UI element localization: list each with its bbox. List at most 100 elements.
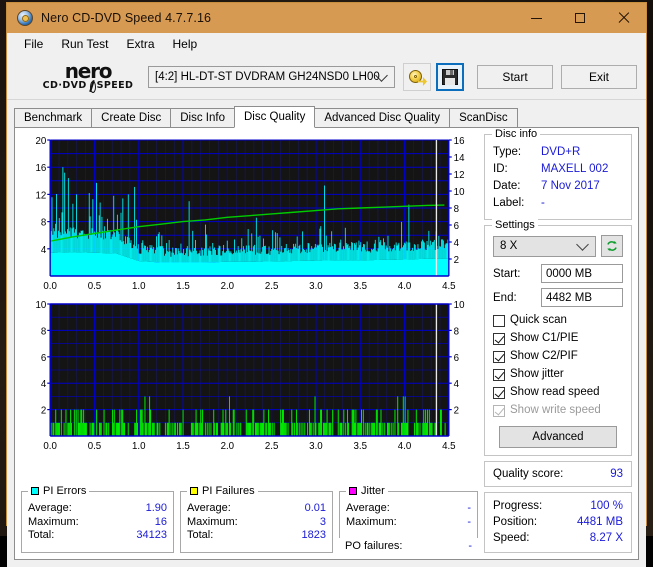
svg-text:4.0: 4.0 <box>398 281 412 292</box>
window-title-bar: Nero CD-DVD Speed 4.7.7.16 <box>7 3 646 33</box>
tab-benchmark[interactable]: Benchmark <box>14 108 92 128</box>
svg-text:4.0: 4.0 <box>398 441 412 452</box>
svg-text:8: 8 <box>454 326 460 337</box>
checkbox-checked-icon <box>493 387 505 399</box>
svg-text:10: 10 <box>35 300 46 311</box>
table-row: Average:0.01 <box>187 502 326 516</box>
drive-selector-combobox[interactable]: [4:2] HL-DT-ST DVDRAM GH24NSD0 LH00 <box>148 66 395 88</box>
start-input[interactable]: 0000 MB <box>541 264 623 283</box>
pi-failures-maximum-value: 3 <box>320 516 326 530</box>
svg-text:0.0: 0.0 <box>43 281 57 292</box>
end-label: End: <box>493 292 541 304</box>
save-results-button[interactable] <box>436 63 464 91</box>
advanced-button[interactable]: Advanced <box>499 426 617 448</box>
svg-text:1.5: 1.5 <box>176 281 190 292</box>
svg-text:2: 2 <box>41 405 46 416</box>
eject-disc-button[interactable] <box>403 63 431 91</box>
svg-text:10: 10 <box>454 300 465 311</box>
tab-disc-quality[interactable]: Disc Quality <box>234 106 315 128</box>
svg-text:1.5: 1.5 <box>176 441 190 452</box>
jitter-legend: Jitter <box>346 485 388 497</box>
chevron-down-icon <box>576 238 589 251</box>
logo-disc-slash-icon <box>88 81 96 91</box>
svg-text:0.0: 0.0 <box>43 441 57 452</box>
menu-bar: File Run Test Extra Help <box>7 33 646 55</box>
tab-disc-info[interactable]: Disc Info <box>170 108 235 128</box>
pi-failures-maximum-label: Maximum: <box>187 516 238 530</box>
checkbox-show-jitter[interactable]: Show jitter <box>493 366 623 383</box>
svg-text:6: 6 <box>41 353 47 364</box>
end-input[interactable]: 4482 MB <box>541 288 623 307</box>
svg-text:2.5: 2.5 <box>265 441 279 452</box>
svg-text:2.5: 2.5 <box>265 281 279 292</box>
quality-score-label: Quality score: <box>493 468 563 480</box>
window-body: Benchmark Create Disc Disc Info Disc Qua… <box>7 100 646 567</box>
svg-text:12: 12 <box>35 190 46 201</box>
tab-advanced-disc-quality[interactable]: Advanced Disc Quality <box>314 108 450 128</box>
svg-text:4: 4 <box>454 238 460 249</box>
logo-speed-text: SPEED <box>97 80 134 92</box>
statistics-row: PI Errors Average:1.90 Maximum:16 Total:… <box>21 491 478 553</box>
speed-label: Speed: <box>493 530 529 546</box>
svg-text:1.0: 1.0 <box>132 441 146 452</box>
checkbox-quick-scan[interactable]: Quick scan <box>493 312 623 329</box>
checkbox-label: Show read speed <box>510 384 600 401</box>
svg-text:4.5: 4.5 <box>442 281 456 292</box>
window-title: Nero CD-DVD Speed 4.7.7.16 <box>41 11 211 25</box>
pi-errors-maximum-label: Maximum: <box>28 516 79 530</box>
menu-item-file[interactable]: File <box>15 35 52 53</box>
jitter-average-label: Average: <box>346 502 390 516</box>
logo-subtitle: CD·DVD SPEED <box>32 80 144 92</box>
pi-errors-title: PI Errors <box>43 485 86 497</box>
po-failures-label: PO failures: <box>345 540 402 554</box>
menu-item-help[interactable]: Help <box>164 35 207 53</box>
menu-item-run-test[interactable]: Run Test <box>52 35 117 53</box>
refresh-button[interactable] <box>601 235 623 257</box>
maximize-button[interactable] <box>558 3 602 33</box>
table-row: Average:1.90 <box>28 502 167 516</box>
svg-text:1.0: 1.0 <box>132 281 146 292</box>
checkbox-show-write-speed: Show write speed <box>493 402 623 419</box>
menu-item-extra[interactable]: Extra <box>117 35 163 53</box>
tab-scandisc[interactable]: ScanDisc <box>449 108 518 128</box>
pi-errors-graph: 481216202468101214160.00.51.01.52.02.53.… <box>21 134 478 294</box>
pi-errors-average-value: 1.90 <box>146 502 167 516</box>
svg-text:2.0: 2.0 <box>221 281 235 292</box>
checkbox-show-read-speed[interactable]: Show read speed <box>493 384 623 401</box>
jitter-title: Jitter <box>361 485 385 497</box>
nero-logo: nero CD·DVD SPEED <box>16 62 144 92</box>
tab-create-disc[interactable]: Create Disc <box>91 108 171 128</box>
checkbox-icon <box>493 315 505 327</box>
svg-text:3.5: 3.5 <box>353 441 367 452</box>
speed-combobox[interactable]: 8 X <box>493 236 596 257</box>
save-floppy-icon <box>442 69 458 85</box>
jitter-average-value: - <box>467 502 471 516</box>
pi-failures-title: PI Failures <box>202 485 255 497</box>
disc-id-value: MAXELL 002 <box>541 161 608 178</box>
svg-text:16: 16 <box>35 163 46 174</box>
jitter-color-swatch <box>349 487 357 495</box>
close-button[interactable] <box>602 3 646 33</box>
speed-value: 8 X <box>500 240 517 252</box>
start-button[interactable]: Start <box>477 65 553 89</box>
table-row: Average: - <box>346 502 471 516</box>
exit-button[interactable]: Exit <box>561 65 637 89</box>
svg-text:3.0: 3.0 <box>309 441 323 452</box>
minimize-button[interactable] <box>514 3 558 33</box>
svg-text:4.5: 4.5 <box>442 441 456 452</box>
pi-errors-legend: PI Errors <box>28 485 89 497</box>
logo-cd-dvd-text: CD·DVD <box>43 80 87 92</box>
sidebar: Disc info Type:DVD+R ID:MAXELL 002 Date:… <box>484 134 632 553</box>
checkbox-show-c2-pif[interactable]: Show C2/PIF <box>493 348 623 365</box>
table-row: Maximum:- <box>346 516 471 530</box>
checkbox-label: Show C1/PIE <box>510 330 578 347</box>
checkbox-label: Show write speed <box>510 402 601 419</box>
svg-text:6: 6 <box>454 353 460 364</box>
svg-text:14: 14 <box>454 153 465 164</box>
checkbox-show-c1-pie[interactable]: Show C1/PIE <box>493 330 623 347</box>
svg-text:8: 8 <box>41 326 47 337</box>
position-value: 4481 MB <box>577 514 623 530</box>
end-field-row: End: 4482 MB <box>493 288 623 307</box>
disc-label-label: Label: <box>493 195 541 212</box>
svg-text:16: 16 <box>454 136 465 147</box>
